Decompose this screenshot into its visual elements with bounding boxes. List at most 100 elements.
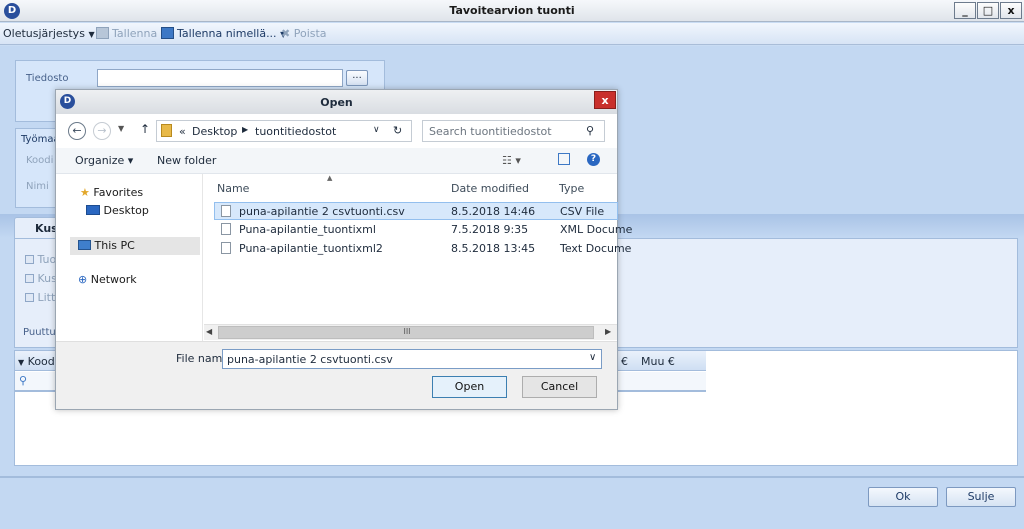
new-folder-button[interactable]: New folder <box>157 154 216 167</box>
refresh-icon[interactable]: ↻ <box>393 124 402 137</box>
footer-separator <box>0 476 1024 478</box>
save-label: Tallenna <box>112 27 158 40</box>
nav-network-label: Network <box>90 273 137 286</box>
dialog-title: Open <box>320 96 353 109</box>
col-name[interactable]: Name <box>217 182 249 195</box>
file-name: Puna-apilantie_tuontixml2 <box>239 242 383 255</box>
address-folder[interactable]: tuontitiedostot <box>255 125 336 138</box>
preview-pane-icon[interactable] <box>558 153 570 165</box>
file-name-input[interactable]: puna-apilantie 2 csvtuonti.csv ∨ <box>222 349 602 369</box>
grid-col-other[interactable]: Muu € <box>641 355 675 368</box>
organize-menu[interactable]: Organize ▾ <box>75 154 133 167</box>
file-label: Tiedosto <box>26 73 69 84</box>
address-desktop[interactable]: Desktop <box>192 125 237 138</box>
delete-label: Poista <box>293 27 327 40</box>
chevron-down-icon: ▼ <box>88 30 95 39</box>
toolbar: Oletusjärjestys ▼ Tallenna Tallenna nime… <box>0 23 1024 45</box>
star-icon: ★ <box>80 186 90 199</box>
checkbox-import[interactable]: Tuo <box>25 253 56 266</box>
dialog-title-bar: D Open x <box>56 90 617 114</box>
sort-up-icon: ▲ <box>327 174 333 182</box>
file-row-2[interactable]: Puna-apilantie_tuontixml2 8.5.2018 13:45… <box>214 240 631 258</box>
grid-col-code[interactable]: ▼ Kood <box>18 355 55 368</box>
file-path-input[interactable] <box>97 69 343 87</box>
open-button[interactable]: Open <box>432 376 507 398</box>
cancel-button[interactable]: Cancel <box>522 376 597 398</box>
nav-this-pc[interactable]: This PC <box>70 237 200 255</box>
code-label: Koodi <box>26 155 54 166</box>
save-as-icon <box>161 27 174 39</box>
file-date: 7.5.2018 9:35 <box>451 223 529 236</box>
minimize-button[interactable]: _ <box>954 2 976 19</box>
nav-favorites[interactable]: ★ Favorites <box>80 186 143 199</box>
delete-icon: ✖ <box>281 27 291 40</box>
dialog-bottom-panel: File name: puna-apilantie 2 csvtuonti.cs… <box>56 341 617 409</box>
dialog-close-button[interactable]: x <box>594 91 616 109</box>
title-bar: D Tavoitearvion tuonti _ □ x <box>0 0 1024 22</box>
maximize-button[interactable]: □ <box>977 2 999 19</box>
desktop-icon <box>86 205 100 215</box>
file-icon <box>221 223 236 236</box>
scroll-right-icon[interactable]: ▶ <box>605 327 611 336</box>
navigation-pane: ★ Favorites Desktop This PC ⊕ Network <box>56 174 203 359</box>
network-icon: ⊕ <box>78 273 88 286</box>
forward-button[interactable]: → <box>93 122 111 140</box>
default-order-menu[interactable]: Oletusjärjestys ▼ <box>3 27 95 40</box>
col-date[interactable]: Date modified <box>451 182 529 195</box>
recent-locations-button[interactable]: ▼ <box>118 124 124 133</box>
search-box[interactable]: Search tuontitiedostot ⚲ <box>422 120 605 142</box>
file-date: 8.5.2018 14:46 <box>451 205 536 218</box>
ok-button[interactable]: Ok <box>868 487 938 507</box>
nav-favorites-label: Favorites <box>93 186 144 199</box>
save-icon <box>96 27 109 39</box>
scroll-left-icon[interactable]: ◀ <box>206 327 212 336</box>
checkbox-import-label: Tuo <box>37 253 57 266</box>
nav-desktop[interactable]: Desktop <box>86 204 149 217</box>
scroll-grip: III <box>403 327 411 336</box>
file-name: Puna-apilantie_tuontixml <box>239 223 376 236</box>
checkbox-costs[interactable]: Kus <box>25 272 57 285</box>
back-button[interactable]: ← <box>68 122 86 140</box>
grid-col-euro[interactable]: € <box>621 355 628 368</box>
grid-col-code-label: Kood <box>27 355 55 368</box>
file-name: puna-apilantie 2 csvtuonti.csv <box>239 205 405 218</box>
save-as-button[interactable]: Tallenna nimellä... ▼ <box>161 27 286 40</box>
checkbox-costs-label: Kus <box>37 272 57 285</box>
save-button[interactable]: Tallenna <box>96 27 157 40</box>
chevron-down-icon[interactable]: ∨ <box>373 125 380 135</box>
close-window-button[interactable]: x <box>1000 2 1022 19</box>
address-prefix: « <box>179 125 186 138</box>
scrollbar-thumb[interactable]: III <box>218 326 594 339</box>
chevron-right-icon: ▶ <box>242 125 249 134</box>
dialog-nav-bar: ← → ▼ ↑ « Desktop ▶ tuontitiedostot ∨ ↻ … <box>56 114 617 148</box>
window-title: Tavoitearvion tuonti <box>449 4 575 17</box>
file-row-0[interactable]: puna-apilantie 2 csvtuonti.csv 8.5.2018 … <box>214 202 618 220</box>
nav-this-pc-label: This PC <box>94 239 135 252</box>
close-button[interactable]: Sulje <box>946 487 1016 507</box>
dialog-command-bar: Organize ▾ New folder ☷ ▾ ? <box>56 148 617 174</box>
chevron-down-icon[interactable]: ∨ <box>589 352 596 363</box>
open-dialog: D Open x ← → ▼ ↑ « Desktop ▶ tuontitiedo… <box>55 89 632 410</box>
nav-network[interactable]: ⊕ Network <box>78 273 137 286</box>
address-bar[interactable]: « Desktop ▶ tuontitiedostot ∨ ↻ <box>156 120 412 142</box>
col-type[interactable]: Type <box>559 182 584 195</box>
horizontal-scrollbar[interactable]: ◀ III ▶ <box>204 324 617 340</box>
browse-button[interactable]: ... <box>346 70 368 86</box>
search-input[interactable]: Search tuontitiedostot <box>429 125 552 138</box>
filter-icon: ⚲ <box>19 374 28 387</box>
view-icon[interactable]: ☷ ▾ <box>502 154 521 167</box>
default-order-label: Oletusjärjestys <box>3 27 85 40</box>
folder-icon <box>161 124 172 137</box>
file-name-value: puna-apilantie 2 csvtuonti.csv <box>227 353 393 366</box>
search-icon[interactable]: ⚲ <box>586 124 594 137</box>
nav-desktop-label: Desktop <box>103 204 149 217</box>
file-row-1[interactable]: Puna-apilantie_tuontixml 7.5.2018 9:35 X… <box>214 221 632 239</box>
up-button[interactable]: ↑ <box>140 122 150 136</box>
file-type: XML Docume <box>560 223 633 236</box>
file-date: 8.5.2018 13:45 <box>451 242 536 255</box>
help-icon[interactable]: ? <box>587 153 600 166</box>
file-icon <box>221 242 236 255</box>
delete-button[interactable]: ✖ Poista <box>281 27 327 40</box>
file-type: Text Docume <box>560 242 632 255</box>
worksite-label: Työmaa <box>21 134 60 145</box>
